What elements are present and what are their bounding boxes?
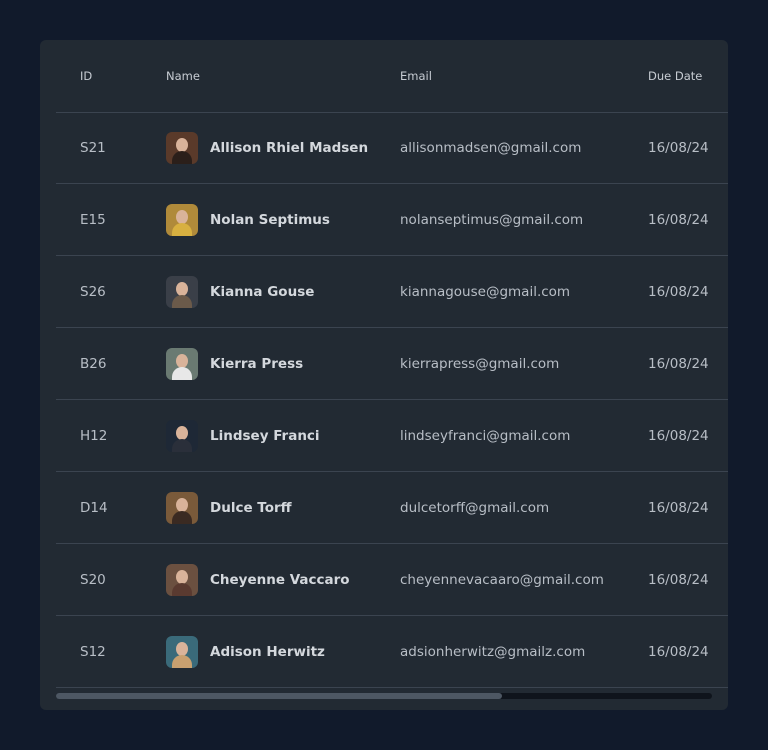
- avatar-body: [172, 366, 192, 380]
- row-email: dulcetorff@gmail.com: [400, 499, 550, 516]
- row-name: Dulce Torff: [210, 499, 292, 516]
- column-header-email[interactable]: Email: [400, 40, 432, 112]
- row-name-cell: Kierra Press: [166, 328, 303, 399]
- row-name: Kianna Gouse: [210, 283, 315, 300]
- avatar: [166, 275, 198, 308]
- row-due-date: 16/08/24: [648, 499, 709, 516]
- avatar: [166, 635, 198, 668]
- row-due-date: 16/08/24: [648, 139, 709, 156]
- row-id: S20: [80, 571, 106, 588]
- avatar-face: [176, 137, 188, 152]
- table-card: ID Name Email Due Date S21 Allison Rhiel …: [40, 40, 728, 710]
- row-name-cell: Adison Herwitz: [166, 616, 325, 687]
- table-viewport: ID Name Email Due Date S21 Allison Rhiel …: [56, 40, 728, 710]
- table-row[interactable]: H12 Lindsey Franci lindseyfranci@gmail.com…: [56, 400, 728, 472]
- row-email: allisonmadsen@gmail.com: [400, 139, 582, 156]
- avatar-face: [176, 281, 188, 296]
- row-name-cell: Lindsey Franci: [166, 400, 320, 471]
- row-name: Kierra Press: [210, 355, 304, 372]
- table-row[interactable]: S26 Kianna Gouse kiannagouse@gmail.com 16/0…: [56, 256, 728, 328]
- row-email: kiannagouse@gmail.com: [400, 283, 571, 300]
- table-row[interactable]: B26 Kierra Press kierrapress@gmail.com 16/0…: [56, 328, 728, 400]
- avatar: [166, 131, 198, 164]
- row-email: kierrapress@gmail.com: [400, 355, 560, 372]
- avatar-face: [176, 569, 188, 584]
- row-id: H12: [80, 427, 108, 444]
- row-due-date: 16/08/24: [648, 211, 709, 228]
- row-name-cell: Nolan Septimus: [166, 184, 330, 255]
- scrollbar-thumb[interactable]: [56, 693, 503, 699]
- horizontal-scrollbar[interactable]: [56, 693, 712, 699]
- column-header-due-date[interactable]: Due Date: [648, 40, 702, 112]
- row-id: B26: [80, 355, 107, 372]
- avatar-body: [172, 294, 192, 308]
- row-name-cell: Allison Rhiel Madsen: [166, 112, 368, 183]
- row-email: lindseyfranci@gmail.com: [400, 427, 571, 444]
- column-header-name[interactable]: Name: [166, 40, 200, 112]
- row-due-date: 16/08/24: [648, 571, 709, 588]
- avatar-body: [172, 150, 192, 164]
- avatar-body: [172, 582, 192, 596]
- row-due-date: 16/08/24: [648, 643, 709, 660]
- row-name-cell: Cheyenne Vaccaro: [166, 544, 350, 615]
- avatar: [166, 491, 198, 524]
- row-due-date: 16/08/24: [648, 283, 709, 300]
- row-email: nolanseptimus@gmail.com: [400, 211, 584, 228]
- avatar-face: [176, 497, 188, 512]
- table-header: ID Name Email Due Date: [56, 40, 728, 113]
- avatar: [166, 203, 198, 236]
- row-email: adsionherwitz@gmailz.com: [400, 643, 586, 660]
- avatar-body: [172, 438, 192, 452]
- avatar: [166, 419, 198, 452]
- row-id: S12: [80, 643, 106, 660]
- table-row[interactable]: S20 Cheyenne Vaccaro cheyennevacaaro@gmail…: [56, 544, 728, 616]
- table-row[interactable]: S21 Allison Rhiel Madsen allisonmadsen@gma…: [56, 112, 728, 184]
- row-name: Adison Herwitz: [210, 643, 325, 660]
- table-row[interactable]: D14 Dulce Torff dulcetorff@gmail.com 16/08/…: [56, 472, 728, 544]
- row-name: Lindsey Franci: [210, 427, 320, 444]
- avatar-body: [172, 222, 192, 236]
- row-name: Nolan Septimus: [210, 211, 330, 228]
- avatar-face: [176, 209, 188, 224]
- avatar-body: [172, 654, 192, 668]
- row-due-date: 16/08/24: [648, 355, 709, 372]
- row-name: Cheyenne Vaccaro: [210, 571, 350, 588]
- avatar-face: [176, 425, 188, 440]
- avatar-face: [176, 353, 188, 368]
- avatar: [166, 347, 198, 380]
- row-id: E15: [80, 211, 106, 228]
- row-name-cell: Dulce Torff: [166, 472, 292, 543]
- avatar-body: [172, 510, 192, 524]
- table-row[interactable]: E15 Nolan Septimus nolanseptimus@gmail.com…: [56, 184, 728, 256]
- table-row[interactable]: S12 Adison Herwitz adsionherwitz@gmailz.co…: [56, 616, 728, 688]
- row-due-date: 16/08/24: [648, 427, 709, 444]
- row-name-cell: Kianna Gouse: [166, 256, 314, 327]
- row-email: cheyennevacaaro@gmail.com: [400, 571, 604, 588]
- row-id: S26: [80, 283, 106, 300]
- avatar: [166, 563, 198, 596]
- column-header-id[interactable]: ID: [80, 40, 92, 112]
- row-id: S21: [80, 139, 106, 156]
- row-name: Allison Rhiel Madsen: [210, 139, 369, 156]
- row-id: D14: [80, 499, 108, 516]
- avatar-face: [176, 641, 188, 656]
